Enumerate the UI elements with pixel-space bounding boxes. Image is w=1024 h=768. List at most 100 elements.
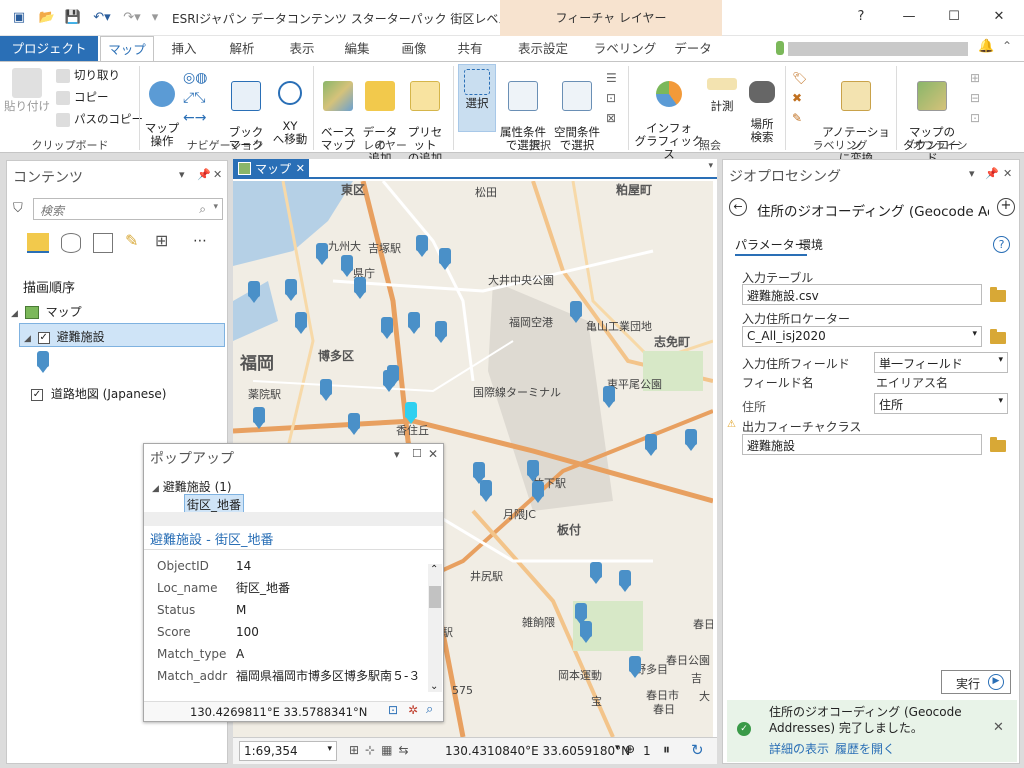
coordinates-dropdown-icon[interactable]: ▾ <box>615 743 620 753</box>
layer-checkbox[interactable]: ✓ <box>31 388 43 401</box>
popup-maximize-icon[interactable]: ☐ <box>412 447 422 460</box>
maximize-button[interactable]: ☐ <box>943 6 965 28</box>
tab-share[interactable]: 共有 <box>446 36 494 61</box>
editing-view-icon[interactable]: ✎ <box>125 231 138 250</box>
evacuation-site-pin[interactable] <box>248 281 260 303</box>
selected-site-pin[interactable] <box>405 402 417 424</box>
close-button[interactable]: ✕ <box>988 6 1010 28</box>
run-button[interactable]: 実行 ▶ <box>941 670 1011 694</box>
evacuation-site-pin[interactable] <box>645 434 657 456</box>
snapping-view-icon[interactable]: ⊞ <box>155 231 168 250</box>
evacuation-site-pin[interactable] <box>580 621 592 643</box>
expand-arrow-icon[interactable]: ◢ <box>152 484 159 494</box>
navigation-tools-icon[interactable]: ◎◍ ⤢⤡ ←→ <box>183 68 223 128</box>
measure-button[interactable]: 計測 <box>704 68 740 113</box>
help-icon[interactable]: ? <box>993 236 1010 253</box>
expand-arrow-icon[interactable]: ◢ <box>24 334 31 344</box>
back-icon[interactable]: ← <box>729 198 747 216</box>
open-history-link[interactable]: 履歴を開く <box>835 740 895 757</box>
locator-select[interactable]: C_All_isj2020 ▾ <box>742 326 982 347</box>
help-button[interactable]: ? <box>850 6 872 28</box>
evacuation-site-pin[interactable] <box>408 312 420 334</box>
selection-view-icon[interactable] <box>93 233 113 253</box>
tab-project[interactable]: プロジェクト <box>0 36 98 61</box>
map-tab[interactable]: マップ ✕ <box>233 159 309 179</box>
evacuation-site-pin[interactable] <box>341 255 353 277</box>
evacuation-site-pin[interactable] <box>570 301 582 323</box>
selected-features-icon[interactable]: ⊕ <box>625 742 635 756</box>
map-tree-item[interactable]: ◢ マップ <box>11 303 221 320</box>
tab-data[interactable]: データ <box>668 36 718 61</box>
paste-button[interactable]: 貼り付け <box>4 68 50 113</box>
scroll-down-icon[interactable]: ⌄ <box>430 681 438 692</box>
output-field[interactable]: 避難施設 <box>742 434 982 455</box>
close-pane-icon[interactable]: ✕ <box>1003 167 1012 180</box>
save-icon[interactable]: 💾 <box>64 9 82 27</box>
expand-arrow-icon[interactable]: ◢ <box>11 309 18 319</box>
undo-icon[interactable]: ↶▾ <box>90 9 114 27</box>
tab-environments[interactable]: 環境 <box>799 236 823 253</box>
copy-path-button[interactable]: パスのコピー <box>56 112 143 127</box>
pane-options-icon[interactable]: ▾ <box>969 167 975 180</box>
drawing-order-icon[interactable] <box>27 233 49 253</box>
notification-icon[interactable]: 🔔 <box>978 39 994 54</box>
evacuation-site-pin[interactable] <box>480 480 492 502</box>
tab-insert[interactable]: 挿入 <box>160 36 208 61</box>
locator-dropdown-icon[interactable]: ▾ <box>972 329 977 339</box>
evacuation-site-pin[interactable] <box>685 429 697 451</box>
zoom-to-feature-icon[interactable]: ⌕ <box>426 702 433 717</box>
layer-checkbox[interactable]: ✓ <box>37 331 50 344</box>
layer-symbol-icon[interactable] <box>37 351 49 373</box>
popup-tree-layer[interactable]: ◢ 避難施設 (1) <box>152 478 232 495</box>
refresh-icon[interactable]: ↻ <box>691 741 704 759</box>
scroll-up-icon[interactable]: ⌃ <box>430 564 438 575</box>
selection-extra-icon[interactable]: ☰ ⊡ ⊠ <box>606 68 622 128</box>
pause-drawing-icon[interactable]: ⏸ <box>663 742 670 758</box>
layer-item-road-map[interactable]: ✓ 道路地図 (Japanese) <box>31 385 167 402</box>
evacuation-site-pin[interactable] <box>316 243 328 265</box>
address-field-select[interactable]: 単一フィールド ▾ <box>874 352 1008 373</box>
evacuation-site-pin[interactable] <box>295 312 307 334</box>
tab-appearance[interactable]: 表示設定 <box>508 36 578 61</box>
customize-icon[interactable]: ▾ <box>146 9 164 27</box>
evacuation-site-pin[interactable] <box>416 235 428 257</box>
more-options-icon[interactable]: ⋯ <box>193 233 207 249</box>
layer-item-evacuation[interactable]: ◢ ✓ 避難施設 <box>19 323 225 347</box>
evacuation-site-pin[interactable] <box>348 413 360 435</box>
evacuation-site-pin[interactable] <box>629 656 641 678</box>
tab-imagery[interactable]: 画像 <box>390 36 438 61</box>
evacuation-site-pin[interactable] <box>381 317 393 339</box>
add-icon[interactable]: + <box>997 198 1015 216</box>
evacuation-site-pin[interactable] <box>590 562 602 584</box>
collapse-ribbon-icon[interactable]: ⌃ <box>1002 39 1012 53</box>
evacuation-site-pin[interactable] <box>619 570 631 592</box>
pin-icon[interactable]: 📌 <box>985 167 999 180</box>
evacuation-site-pin[interactable] <box>285 279 297 301</box>
redo-icon[interactable]: ↷▾ <box>120 9 144 27</box>
evacuation-site-pin[interactable] <box>439 248 451 270</box>
address-alias-dropdown-icon[interactable]: ▾ <box>998 396 1003 406</box>
locate-button[interactable]: 場所 検索 <box>744 68 780 144</box>
close-pane-icon[interactable]: ✕ <box>213 168 222 181</box>
filter-icon[interactable]: ⛉ <box>13 201 23 216</box>
scale-select[interactable]: 1:69,354 ▾ <box>239 741 337 761</box>
popup-tools-icon[interactable]: ⊡ <box>388 703 398 717</box>
pane-options-icon[interactable]: ▾ <box>179 168 185 181</box>
address-field-dropdown-icon[interactable]: ▾ <box>998 355 1003 365</box>
scroll-thumb[interactable] <box>429 586 441 608</box>
evacuation-site-pin[interactable] <box>253 407 265 429</box>
evacuation-site-pin[interactable] <box>320 379 332 401</box>
explore-button[interactable]: マップ 操作 <box>142 68 182 148</box>
search-input[interactable]: 検索 ⌕ ▾ <box>33 198 223 220</box>
popup-close-icon[interactable]: ✕ <box>428 447 438 461</box>
pin-icon[interactable]: 📌 <box>197 168 211 181</box>
scale-dropdown-icon[interactable]: ▾ <box>327 744 332 754</box>
browse-folder-icon[interactable] <box>990 287 1006 302</box>
evacuation-site-pin[interactable] <box>532 481 544 503</box>
input-table-field[interactable]: 避難施設.csv <box>742 284 982 305</box>
label-tools-icon[interactable]: 🏷 ✖ ✎ <box>792 68 812 128</box>
browse-folder-icon[interactable] <box>990 329 1006 344</box>
copy-button[interactable]: コピー <box>56 90 109 105</box>
open-project-icon[interactable]: 📂 <box>38 9 56 27</box>
cut-button[interactable]: 切り取り <box>56 68 120 83</box>
